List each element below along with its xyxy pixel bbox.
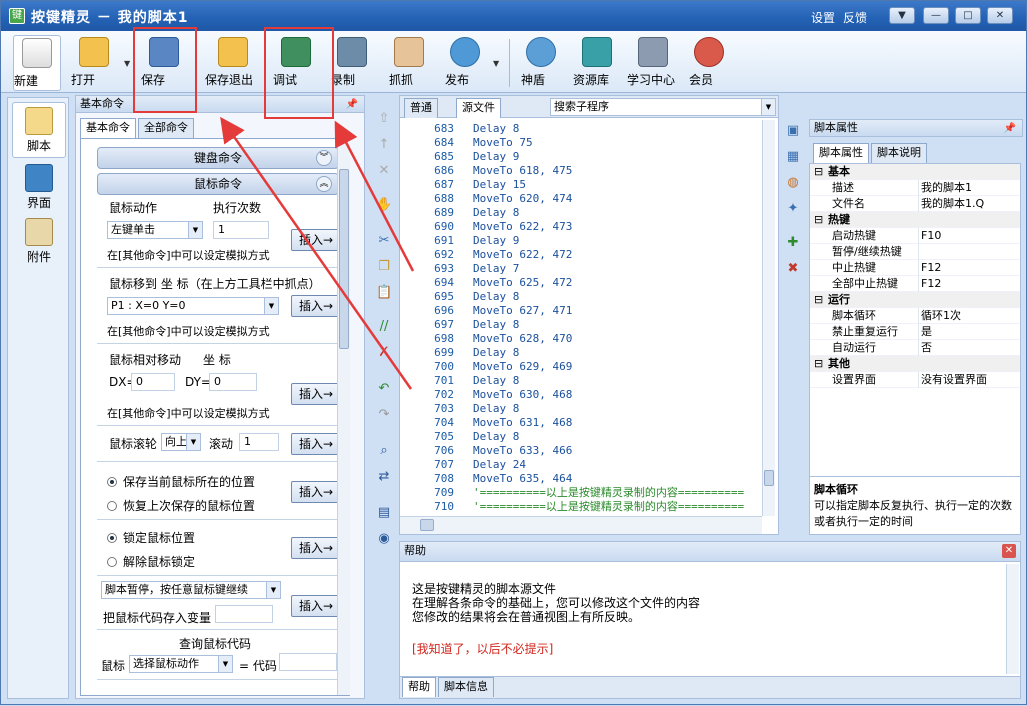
arrow-to-save	[220, 116, 413, 390]
arrow-to-debug	[334, 120, 415, 272]
save-highlight-box	[133, 27, 197, 113]
debug-highlight-box	[264, 27, 334, 119]
annotation-overlay	[133, 27, 415, 390]
app-window: 键 按键精灵 － 我的脚本1 设置 反馈 ▼ — □ ✕ 新建 打开 ▼ 保存 …	[0, 0, 1027, 705]
